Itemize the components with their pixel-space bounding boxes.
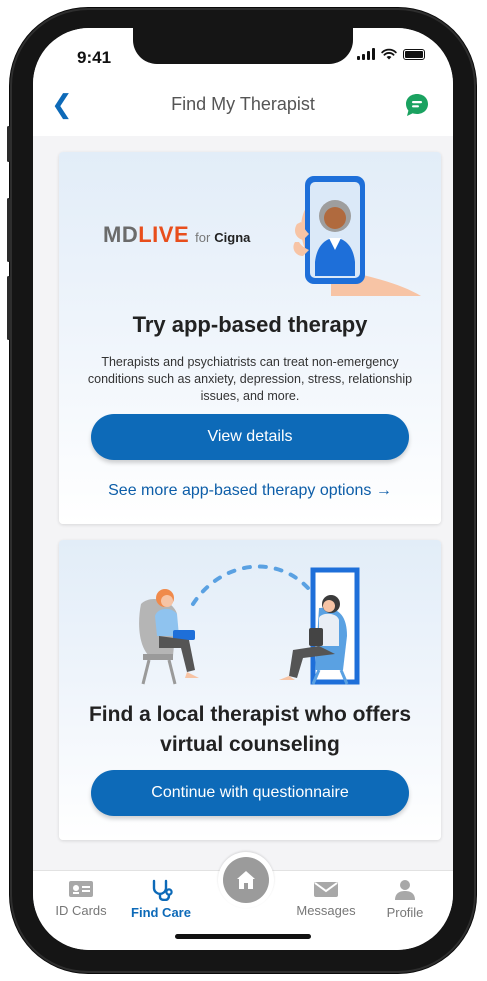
- person-icon: [395, 880, 415, 900]
- see-more-options-link[interactable]: See more app-based therapy options →: [59, 482, 441, 500]
- tab-label: Find Care: [131, 905, 191, 920]
- status-time: 9:41: [77, 48, 112, 67]
- id-card-icon: [69, 881, 93, 897]
- envelope-icon: [314, 882, 338, 897]
- continue-questionnaire-button[interactable]: Continue with questionnaire: [91, 770, 409, 816]
- status-icons: [357, 48, 425, 60]
- wifi-icon: [381, 48, 397, 60]
- tab-find-care[interactable]: Find Care: [121, 879, 201, 920]
- phone-screen: 9:41 ❮ Find My Therapist MD LIVE for Cig…: [33, 28, 453, 950]
- page-title: Find My Therapist: [171, 94, 315, 114]
- phone-notch: [133, 28, 353, 64]
- tab-label: Messages: [296, 903, 356, 918]
- signal-icon: [357, 48, 375, 60]
- tab-label: ID Cards: [55, 903, 107, 918]
- phone-video-call-illustration: [293, 176, 421, 296]
- home-button[interactable]: [218, 852, 274, 908]
- card-heading: Find a local therapist who offers virtua…: [88, 703, 412, 756]
- scroll-content[interactable]: MD LIVE for Cigna Try app-based therapy The…: [33, 136, 453, 888]
- top-navigation-bar: ❮ Find My Therapist: [33, 78, 453, 137]
- tab-profile[interactable]: Profile: [365, 879, 445, 920]
- app-based-therapy-card: MD LIVE for Cigna Try app-based therapy The…: [59, 152, 441, 524]
- home-button-circle: [223, 857, 269, 903]
- chat-bubble-icon[interactable]: [403, 91, 431, 119]
- card-heading: Try app-based therapy: [132, 312, 368, 337]
- tab-messages[interactable]: Messages: [286, 879, 366, 918]
- home-icon: [237, 871, 255, 889]
- stethoscope-icon: [152, 879, 173, 901]
- screenshot-stage: 9:41 ❮ Find My Therapist MD LIVE for Cig…: [0, 0, 487, 981]
- local-therapist-card: Find a local therapist who offers virtua…: [59, 540, 441, 840]
- battery-icon: [403, 48, 425, 60]
- volume-down-button: [7, 276, 10, 340]
- volume-up-button: [7, 198, 10, 262]
- card-description: Therapists and psychiatrists can treat n…: [87, 355, 413, 403]
- tab-label: Profile: [386, 905, 424, 920]
- view-details-button[interactable]: View details: [91, 414, 409, 460]
- tab-id-cards[interactable]: ID Cards: [41, 879, 121, 918]
- mute-switch: [7, 126, 10, 162]
- mdlive-logo: MD LIVE for Cigna: [103, 222, 251, 247]
- home-indicator: [175, 934, 311, 939]
- virtual-counseling-illustration: [139, 564, 360, 685]
